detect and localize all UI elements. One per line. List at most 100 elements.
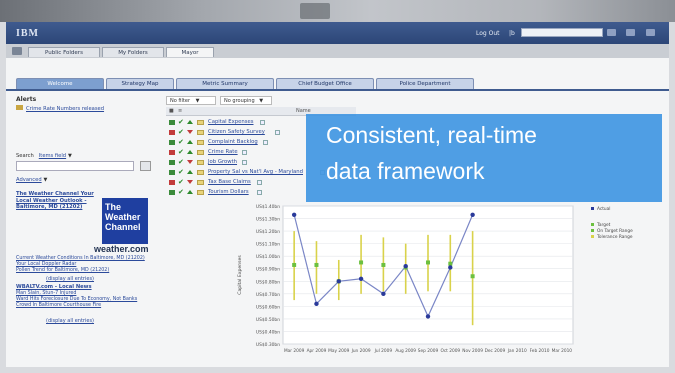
legend-entry: Tolerance Range — [596, 234, 633, 240]
alert-link[interactable]: Crime Rate Numbers released — [26, 106, 104, 112]
info-icon[interactable] — [257, 190, 262, 195]
legend-swatch — [591, 235, 594, 238]
info-icon[interactable] — [275, 130, 280, 135]
folder-icon — [197, 120, 204, 125]
background-photo-strip — [0, 0, 675, 22]
actual-point — [381, 291, 386, 297]
photo-logo-mark — [300, 3, 330, 19]
news2-title[interactable]: WBALTV.com - Local News — [16, 284, 92, 290]
info-icon[interactable] — [242, 160, 247, 165]
chevron-down-icon: ▼ — [68, 153, 72, 159]
folder-icon — [197, 190, 204, 195]
list-item[interactable]: Pollen Trend for Baltimore, MD (21202) — [16, 268, 154, 274]
status-flag-icon — [169, 180, 175, 185]
alert-item[interactable]: Crime Rate Numbers released — [16, 105, 104, 112]
legend-entry: Target — [596, 222, 611, 228]
chevron-down-icon: ▼ — [195, 98, 200, 104]
legend-entry: On Target Range — [597, 228, 633, 234]
y-tick-label: US$0.50bn — [256, 317, 280, 323]
search-input[interactable] — [16, 161, 134, 171]
left-panel: Alerts Crime Rate Numbers released Searc… — [16, 96, 156, 346]
caption-line-1: Consistent, real-time — [326, 122, 537, 148]
search-row: Search Items field ▼ — [16, 152, 72, 159]
y-tick-label: US$0.40bn — [256, 329, 280, 335]
help-icon[interactable] — [626, 29, 635, 36]
folder-tab-mayor[interactable]: Mayor — [166, 47, 214, 57]
home-icon[interactable] — [12, 47, 22, 55]
metric-name-link[interactable]: Tourism Dollars — [208, 189, 249, 195]
status-flag-icon — [169, 150, 175, 155]
tab-strategy-map[interactable]: Strategy Map — [106, 78, 174, 89]
metric-name-link[interactable]: Job Growth — [208, 159, 237, 165]
actual-point — [425, 314, 431, 319]
folder-icon — [197, 170, 204, 175]
target-point — [314, 262, 319, 267]
trend-down-icon — [187, 130, 193, 134]
folder-icon — [197, 140, 204, 145]
metric-name-link[interactable]: Complaint Backlog — [208, 139, 258, 145]
tab-police-department[interactable]: Police Department — [376, 78, 474, 89]
info-icon[interactable] — [257, 180, 262, 185]
target-point — [426, 260, 430, 265]
chart-svg: US$1.40bn US$1.30bn US$1.20bn US$1.10bn US$1… — [237, 204, 633, 354]
header-search-icon[interactable] — [607, 29, 616, 36]
advanced-search[interactable]: Advanced ▼ — [16, 176, 47, 183]
x-tick-label: Feb 2010 — [530, 348, 550, 354]
info-icon[interactable] — [260, 120, 265, 125]
status-flag-icon — [169, 160, 175, 165]
display-all-link-2[interactable]: (display all entries) — [46, 318, 94, 324]
news1-title[interactable]: The Weather Channel Your Local Weather O… — [16, 191, 98, 211]
trend-up-icon — [187, 190, 193, 194]
x-tick-label: Jan 2010 — [507, 348, 527, 354]
trend-up-icon — [187, 140, 193, 144]
metric-name-link[interactable]: Tax Base Claims — [208, 179, 251, 185]
metric-name-link[interactable]: Property Sal vs Nat'l Avg - Maryland — [208, 169, 303, 175]
trend-down-icon — [187, 180, 193, 184]
news1-list: Current Weather Conditions In Baltimore,… — [16, 256, 154, 274]
y-tick-label: US$1.40bn — [256, 204, 280, 210]
check-icon: ✔ — [178, 118, 184, 126]
actual-point — [358, 276, 364, 281]
advanced-link[interactable]: Advanced — [16, 177, 42, 183]
status-flag-icon — [169, 170, 175, 175]
y-tick-label: US$1.20bn — [256, 229, 280, 235]
header-search-input[interactable] — [521, 28, 603, 37]
folder-icon — [197, 180, 204, 185]
target-point — [381, 262, 386, 267]
folder-tab-public[interactable]: Public Folders — [28, 47, 100, 57]
x-tick-label: Mar 2009 — [284, 348, 305, 354]
y-tick-label: US$0.30bn — [256, 342, 280, 348]
tab-metric-summary[interactable]: Metric Summary — [176, 78, 274, 89]
actual-point — [470, 212, 475, 217]
x-tick-label: Oct 2009 — [440, 348, 460, 354]
display-all-link-1[interactable]: (display all entries) — [46, 276, 94, 282]
search-scope-dropdown[interactable]: Items field — [39, 153, 66, 159]
info-icon[interactable] — [242, 150, 247, 155]
metric-name-link[interactable]: Citizen Safety Survey — [208, 129, 265, 135]
tabs-underline — [6, 89, 669, 91]
x-tick-label: Aug 2009 — [395, 348, 416, 354]
y-tick-label: US$0.80bn — [256, 279, 280, 285]
grouping-select[interactable]: No grouping ▼ — [220, 96, 272, 105]
search-go-button[interactable] — [140, 161, 151, 171]
metric-name-link[interactable]: Crime Rate — [208, 149, 238, 155]
target-point — [292, 262, 297, 267]
filter-select[interactable]: No filter ▼ — [166, 96, 216, 105]
info-icon[interactable] — [263, 140, 268, 145]
status-flag-icon — [169, 140, 175, 145]
y-tick-label: US$1.10bn — [256, 242, 280, 248]
menu-icon[interactable] — [646, 29, 655, 36]
list-item[interactable]: Crowd In Baltimore Courthouse Fire — [16, 303, 154, 309]
tab-chief-budget-office[interactable]: Chief Budget Office — [276, 78, 374, 89]
check-icon: ✔ — [178, 128, 184, 136]
tab-welcome[interactable]: Welcome — [16, 78, 104, 89]
x-tick-label: Jul 2009 — [374, 348, 393, 354]
x-tick-label: Jun 2009 — [351, 348, 371, 354]
y-tick-label: US$1.00bn — [256, 254, 280, 260]
logout-link[interactable]: Log Out — [476, 30, 500, 37]
weather-channel-logo: The Weather Channel — [102, 198, 148, 244]
check-icon: ✔ — [178, 148, 184, 156]
status-flag-icon — [169, 190, 175, 195]
metric-name-link[interactable]: Capital Expenses — [208, 119, 254, 125]
folder-tab-my[interactable]: My Folders — [102, 47, 164, 57]
